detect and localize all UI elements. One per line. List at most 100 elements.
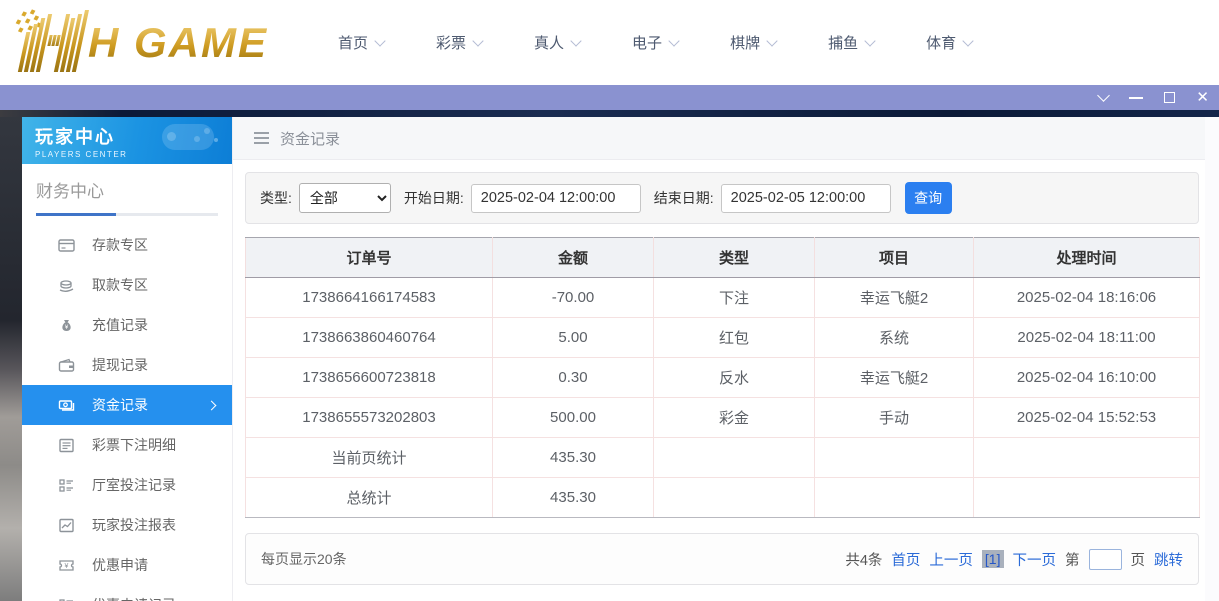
sidebar-item-10[interactable]: 优惠申请记录 — [22, 585, 232, 601]
sidebar: 玩家中心 PLAYERS CENTER 财务中心 存款专区取款专区¥充值记录提现… — [22, 117, 233, 601]
wallet-icon — [58, 357, 75, 374]
sidebar-item-4[interactable]: 提现记录 — [22, 345, 232, 385]
table-cell: 1738656600723818 — [246, 358, 493, 398]
table-cell: 435.30 — [493, 478, 654, 518]
nav-item-6[interactable]: 捕鱼 — [802, 32, 900, 53]
table-cell: 红包 — [654, 318, 815, 358]
jump-prefix-label: 第 — [1065, 549, 1080, 570]
chevron-down-icon — [766, 35, 777, 46]
table-cell: 2025-02-04 18:16:06 — [974, 278, 1200, 318]
table-cell: 1738655573202803 — [246, 398, 493, 438]
sidebar-section-underline — [36, 213, 218, 216]
minimize-icon[interactable] — [1129, 97, 1143, 99]
background-strip — [0, 110, 1219, 117]
logo-text: H GAME — [88, 19, 268, 67]
close-icon[interactable]: ✕ — [1196, 90, 1209, 105]
next-page-link[interactable]: 下一页 — [1013, 549, 1057, 570]
sidebar-item-7[interactable]: 厅室投注记录 — [22, 465, 232, 505]
main-nav: 首页 彩票 真人 电子棋牌 捕鱼 体育 — [312, 0, 998, 85]
table-cell: 手动 — [815, 398, 974, 438]
nav-item-5[interactable]: 棋牌 — [704, 32, 802, 53]
table-cell — [974, 438, 1200, 478]
table-cell: 反水 — [654, 358, 815, 398]
desktop-background-left — [0, 117, 22, 601]
page-number-input[interactable] — [1089, 549, 1122, 570]
prev-page-link[interactable]: 上一页 — [929, 549, 973, 570]
hand-coins-icon — [58, 277, 75, 294]
chevron-down-icon — [962, 35, 973, 46]
hamburger-icon[interactable] — [254, 129, 269, 147]
table-body: 1738664166174583-70.00下注幸运飞艇22025-02-04 … — [246, 278, 1200, 518]
chevron-down-icon — [472, 35, 483, 46]
table-header-cell: 处理时间 — [974, 238, 1200, 278]
sidebar-item-6[interactable]: 彩票下注明细 — [22, 425, 232, 465]
first-page-link[interactable]: 首页 — [891, 549, 920, 570]
sidebar-item-8[interactable]: 玩家投注报表 — [22, 505, 232, 545]
sidebar-section-label: 财务中心 — [36, 177, 218, 202]
records-table: 订单号金额类型项目处理时间 1738664166174583-70.00下注幸运… — [245, 237, 1200, 518]
table-cell: 总统计 — [246, 478, 493, 518]
start-date-input[interactable] — [471, 184, 641, 213]
table-cell: 2025-02-04 16:10:00 — [974, 358, 1200, 398]
sidebar-item-3[interactable]: ¥ 充值记录 — [22, 305, 232, 345]
table-cell — [974, 478, 1200, 518]
bank-card-icon — [58, 237, 75, 254]
svg-text:¥: ¥ — [65, 563, 69, 570]
nav-item-label: 真人 — [534, 32, 564, 53]
nav-item-3[interactable]: 真人 — [508, 32, 606, 53]
pagination-controls: 共4条 首页 上一页 [1] 下一页 第 页 跳转 — [845, 549, 1183, 570]
sidebar-item-label: 彩票下注明细 — [92, 435, 176, 455]
jump-link[interactable]: 跳转 — [1154, 549, 1183, 570]
desktop-background-right — [1205, 117, 1219, 601]
sidebar-item-label: 充值记录 — [92, 315, 148, 335]
filter-panel: 类型: 全部 开始日期: 结束日期: 查询 — [245, 172, 1199, 224]
table-header-cell: 订单号 — [246, 238, 493, 278]
current-page[interactable]: [1] — [982, 550, 1004, 568]
pagination-bar: 每页显示20条 共4条 首页 上一页 [1] 下一页 第 页 跳转 — [245, 533, 1199, 585]
type-label: 类型: — [260, 188, 292, 208]
nav-item-4[interactable]: 电子 — [606, 32, 704, 53]
nav-item-1[interactable]: 首页 — [312, 32, 410, 53]
table-row: 1738655573202803500.00彩金手动2025-02-04 15:… — [246, 398, 1200, 438]
app-window: 玩家中心 PLAYERS CENTER 财务中心 存款专区取款专区¥充值记录提现… — [22, 117, 1205, 601]
table-cell — [654, 478, 815, 518]
table-row: 当前页统计435.30 — [246, 438, 1200, 478]
document-icon — [58, 437, 75, 454]
chevron-down-icon — [374, 35, 385, 46]
table-row: 总统计435.30 — [246, 478, 1200, 518]
nav-item-label: 彩票 — [436, 32, 466, 53]
search-button[interactable]: 查询 — [905, 182, 952, 214]
table-cell: 500.00 — [493, 398, 654, 438]
table-cell: 1738664166174583 — [246, 278, 493, 318]
gamepad-icon — [146, 120, 220, 162]
nav-item-7[interactable]: 体育 — [900, 32, 998, 53]
type-select[interactable]: 全部 — [299, 183, 391, 213]
money-bag-icon: ¥ — [58, 317, 75, 334]
chevron-down-icon[interactable] — [1098, 89, 1111, 102]
table-header-row: 订单号金额类型项目处理时间 — [246, 238, 1200, 278]
table-cell: 当前页统计 — [246, 438, 493, 478]
sidebar-item-5[interactable]: 资金记录 — [22, 385, 232, 425]
end-date-input[interactable] — [721, 184, 891, 213]
table-cell: 5.00 — [493, 318, 654, 358]
logo: H GAME — [10, 8, 268, 78]
sidebar-item-1[interactable]: 存款专区 — [22, 225, 232, 265]
sidebar-item-9[interactable]: ¥ 优惠申请 — [22, 545, 232, 585]
table-cell: 0.30 — [493, 358, 654, 398]
page-title: 资金记录 — [280, 128, 340, 149]
sidebar-item-label: 资金记录 — [92, 395, 148, 415]
chevron-down-icon — [668, 35, 679, 46]
nav-item-label: 首页 — [338, 32, 368, 53]
nav-item-2[interactable]: 彩票 — [410, 32, 508, 53]
sidebar-item-label: 优惠申请 — [92, 555, 148, 575]
table-header-cell: 金额 — [493, 238, 654, 278]
sidebar-item-label: 玩家投注报表 — [92, 515, 176, 535]
maximize-icon[interactable] — [1164, 92, 1175, 103]
checklist-icon — [58, 477, 75, 494]
sidebar-item-label: 提现记录 — [92, 355, 148, 375]
sidebar-item-2[interactable]: 取款专区 — [22, 265, 232, 305]
table-cell: 2025-02-04 15:52:53 — [974, 398, 1200, 438]
checklist-icon — [58, 597, 75, 601]
nav-item-label: 捕鱼 — [828, 32, 858, 53]
window-controls: ✕ — [1099, 85, 1209, 110]
